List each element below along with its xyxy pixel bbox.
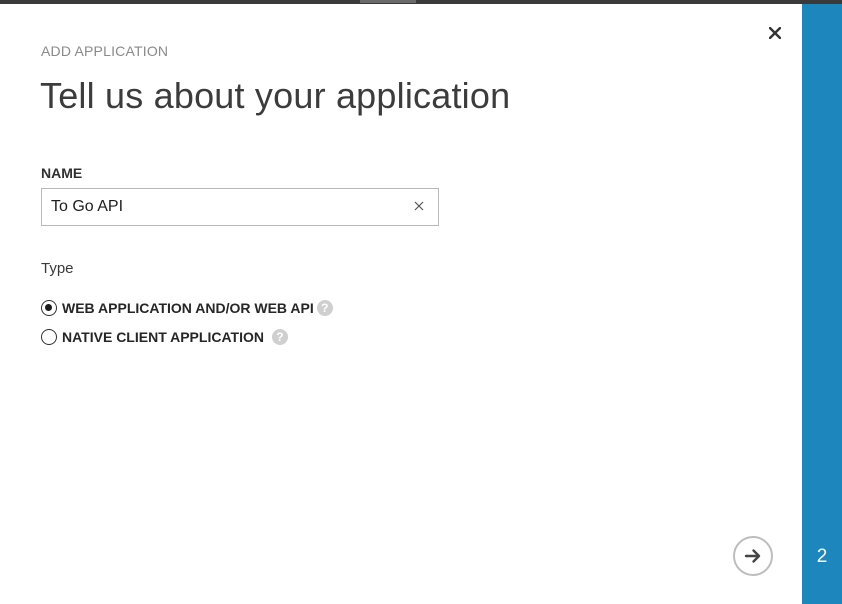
name-field (41, 188, 439, 226)
dialog-subtitle: ADD APPLICATION (41, 43, 169, 59)
dialog-title: Tell us about your application (40, 75, 511, 116)
radio-button-unselected[interactable] (41, 329, 57, 345)
arrow-right-icon (744, 549, 761, 563)
next-button[interactable] (733, 536, 773, 576)
radio-label-web-application: WEB APPLICATION AND/OR WEB API (62, 300, 314, 316)
radio-web-application[interactable]: WEB APPLICATION AND/OR WEB API ? (41, 298, 333, 318)
step-number: 2 (816, 546, 828, 567)
name-label: NAME (41, 165, 83, 181)
close-button[interactable] (764, 22, 786, 44)
radio-native-client[interactable]: NATIVE CLIENT APPLICATION ? (41, 327, 288, 347)
help-icon[interactable]: ? (271, 329, 288, 345)
top-strip-indicator (360, 0, 416, 3)
help-icon[interactable]: ? (316, 300, 333, 316)
type-label: Type (41, 260, 74, 277)
clear-input-button[interactable] (412, 199, 426, 213)
radio-label-native-client: NATIVE CLIENT APPLICATION (62, 329, 264, 345)
step-indicator-panel: 2 (802, 4, 842, 604)
clear-icon (414, 201, 424, 211)
add-application-dialog: ADD APPLICATION Tell us about your appli… (0, 4, 802, 604)
name-input[interactable] (51, 189, 391, 225)
close-icon (769, 27, 781, 39)
radio-button-selected[interactable] (41, 300, 57, 316)
